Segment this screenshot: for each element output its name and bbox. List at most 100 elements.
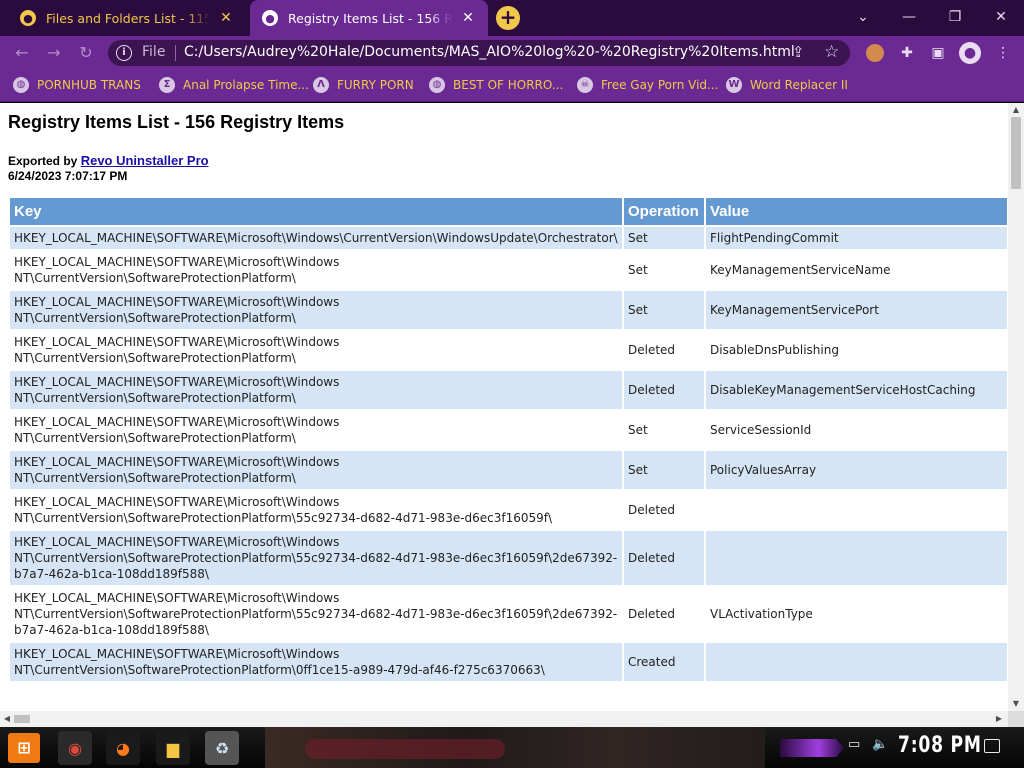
close-tab-icon[interactable]: ✕ xyxy=(460,10,476,26)
url-text[interactable]: C:/Users/Audrey%20Hale/Documents/MAS_AIO… xyxy=(184,44,795,60)
operation-cell: Created xyxy=(624,643,704,681)
menu-icon[interactable]: ⋮ xyxy=(994,44,1012,62)
column-header-value: Value xyxy=(706,198,1007,225)
close-tab-icon[interactable]: ✕ xyxy=(218,10,234,26)
operation-cell: Set xyxy=(624,227,704,249)
column-header-operation: Operation xyxy=(624,198,704,225)
registry-key-cell: HKEY_LOCAL_MACHINE\SOFTWARE\Microsoft\Wi… xyxy=(10,491,622,529)
operation-cell: Deleted xyxy=(624,331,704,369)
profile-icon[interactable]: ● xyxy=(959,42,981,64)
horizontal-scrollbar[interactable]: ◀ ▶ xyxy=(0,711,1008,727)
globe-icon: ● xyxy=(262,10,278,26)
scroll-up-arrow-icon[interactable]: ▲ xyxy=(1008,103,1024,117)
forward-button[interactable]: → xyxy=(42,41,66,65)
registry-key-cell: HKEY_LOCAL_MACHINE\SOFTWARE\Microsoft\Wi… xyxy=(10,643,622,681)
volume-icon[interactable]: 🔈 xyxy=(872,737,888,752)
scroll-down-arrow-icon[interactable]: ▼ xyxy=(1008,697,1024,711)
taskbar-clock[interactable]: 7:08 PM xyxy=(898,733,982,758)
minimize-button[interactable]: — xyxy=(886,4,932,30)
sigma-icon: Σ xyxy=(159,77,175,93)
bookmark-star-icon[interactable]: ☆ xyxy=(824,42,839,62)
bookmarks-bar: ◍ PORNHUB TRANS Σ Anal Prolapse Time... … xyxy=(0,70,1024,102)
share-icon[interactable]: ⇪ xyxy=(792,43,805,61)
registry-items-table: Key Operation Value HKEY_LOCAL_MACHINE\S… xyxy=(8,196,1008,683)
tab-registry-items[interactable]: ● Registry Items List - 156 Registry Ite… xyxy=(250,0,488,36)
bookmark-label: BEST OF HORRO... xyxy=(453,78,564,92)
revo-uninstaller-link[interactable]: Revo Uninstaller Pro xyxy=(81,153,209,168)
tab-title: Registry Items List - 156 Registry Items xyxy=(288,10,452,26)
reload-button[interactable]: ↻ xyxy=(74,41,98,65)
value-cell: ServiceSessionId xyxy=(706,411,1007,449)
new-tab-button[interactable]: + xyxy=(496,6,520,30)
column-header-key: Key xyxy=(10,198,622,225)
horizontal-scroll-thumb[interactable] xyxy=(14,715,30,723)
operation-cell: Set xyxy=(624,291,704,329)
close-window-button[interactable]: ✕ xyxy=(978,4,1024,30)
value-cell: KeyManagementServiceName xyxy=(706,251,1007,289)
export-info: Exported by Revo Uninstaller Pro 6/24/20… xyxy=(8,153,209,184)
value-cell: DisableKeyManagementServiceHostCaching xyxy=(706,371,1007,409)
operation-cell: Deleted xyxy=(624,531,704,585)
value-cell: DisableDnsPublishing xyxy=(706,331,1007,369)
scrollbar-corner xyxy=(1008,711,1024,727)
registry-key-cell: HKEY_LOCAL_MACHINE\SOFTWARE\Microsoft\Wi… xyxy=(10,291,622,329)
bookmark-item[interactable]: Λ FURRY PORN xyxy=(313,77,414,93)
back-button[interactable]: ← xyxy=(10,41,34,65)
action-center-icon[interactable] xyxy=(984,739,1000,753)
table-row: HKEY_LOCAL_MACHINE\SOFTWARE\Microsoft\Wi… xyxy=(10,331,1007,369)
operation-cell: Deleted xyxy=(624,491,704,529)
value-cell xyxy=(706,531,1007,585)
bookmark-item[interactable]: W Word Replacer II xyxy=(726,77,848,93)
bookmark-item[interactable]: ◍ PORNHUB TRANS xyxy=(13,77,141,93)
tab-strip: ● Files and Folders List - 115 Files ✕ ●… xyxy=(0,0,1024,36)
registry-key-cell: HKEY_LOCAL_MACHINE\SOFTWARE\Microsoft\Wi… xyxy=(10,227,622,249)
value-cell: PolicyValuesArray xyxy=(706,451,1007,489)
globe-icon: ● xyxy=(20,10,36,26)
exported-by-label: Exported by xyxy=(8,154,78,168)
value-cell xyxy=(706,491,1007,529)
extension-avatar-icon[interactable] xyxy=(866,44,884,62)
scroll-right-arrow-icon[interactable]: ▶ xyxy=(992,711,1006,727)
globe-icon: ◍ xyxy=(429,77,445,93)
tab-search-icon[interactable]: ⌄ xyxy=(840,4,886,30)
bookmark-item[interactable]: Σ Anal Prolapse Time... xyxy=(159,77,309,93)
tab-files-and-folders[interactable]: ● Files and Folders List - 115 Files ✕ xyxy=(8,0,246,36)
network-icon[interactable]: ▭ xyxy=(848,737,860,752)
bookmark-label: Anal Prolapse Time... xyxy=(183,78,309,92)
value-cell xyxy=(706,643,1007,681)
registry-key-cell: HKEY_LOCAL_MACHINE\SOFTWARE\Microsoft\Wi… xyxy=(10,251,622,289)
address-bar[interactable]: i File C:/Users/Audrey%20Hale/Documents/… xyxy=(108,40,850,66)
windows-taskbar: ⊞ ◉ ◕ ▆ ♻ ▭ 🔈 7:08 PM xyxy=(0,727,1024,768)
tab-title: Files and Folders List - 115 Files xyxy=(46,10,210,26)
registry-key-cell: HKEY_LOCAL_MACHINE\SOFTWARE\Microsoft\Wi… xyxy=(10,411,622,449)
start-button-icon[interactable]: ⊞ xyxy=(8,733,40,763)
table-row: HKEY_LOCAL_MACHINE\SOFTWARE\Microsoft\Wi… xyxy=(10,411,1007,449)
recycle-bin-icon[interactable]: ♻ xyxy=(205,731,239,765)
vertical-scroll-thumb[interactable] xyxy=(1011,117,1021,189)
restore-button[interactable]: ❐ xyxy=(932,4,978,30)
table-row: HKEY_LOCAL_MACHINE\SOFTWARE\Microsoft\Wi… xyxy=(10,643,1007,681)
site-info-icon[interactable]: i xyxy=(116,45,132,61)
bookmark-label: PORNHUB TRANS xyxy=(37,78,141,92)
side-panel-icon[interactable]: ▣ xyxy=(929,44,947,62)
taskbar-decoration xyxy=(780,739,844,757)
divider xyxy=(175,45,176,61)
page-viewport: Registry Items List - 156 Registry Items… xyxy=(0,103,1024,727)
table-row: HKEY_LOCAL_MACHINE\SOFTWARE\Microsoft\Wi… xyxy=(10,531,1007,585)
firefox-icon[interactable]: ◕ xyxy=(106,731,140,765)
bookmark-label: FURRY PORN xyxy=(337,78,414,92)
page-content: Registry Items List - 156 Registry Items… xyxy=(0,103,1008,711)
file-explorer-icon[interactable]: ▆ xyxy=(156,731,190,765)
value-cell: KeyManagementServicePort xyxy=(706,291,1007,329)
word-replacer-icon: W xyxy=(726,77,742,93)
registry-key-cell: HKEY_LOCAL_MACHINE\SOFTWARE\Microsoft\Wi… xyxy=(10,331,622,369)
extensions-puzzle-icon[interactable]: ✚ xyxy=(898,44,916,62)
table-row: HKEY_LOCAL_MACHINE\SOFTWARE\Microsoft\Wi… xyxy=(10,291,1007,329)
vertical-scrollbar[interactable]: ▲ ▼ xyxy=(1008,103,1024,711)
bookmark-item[interactable]: ◍ BEST OF HORRO... xyxy=(429,77,563,93)
table-row: HKEY_LOCAL_MACHINE\SOFTWARE\Microsoft\Wi… xyxy=(10,587,1007,641)
chrome-icon[interactable]: ◉ xyxy=(58,731,92,765)
bookmark-item[interactable]: ☠ Free Gay Porn Vid... xyxy=(577,77,718,93)
scroll-left-arrow-icon[interactable]: ◀ xyxy=(0,711,14,727)
value-cell: FlightPendingCommit xyxy=(706,227,1007,249)
